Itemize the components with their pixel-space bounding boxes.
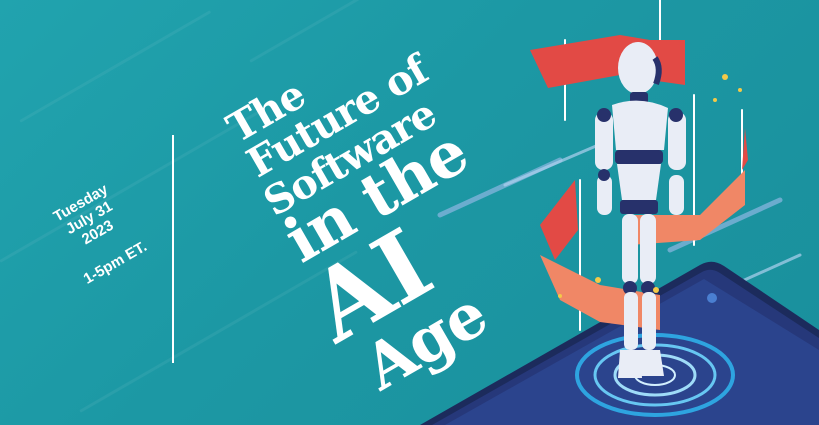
background-streak	[19, 10, 212, 123]
robot-illustration	[420, 0, 819, 425]
divider-line	[172, 135, 174, 363]
event-date-block: Tuesday July 31 2023 1-5pm ET.	[25, 166, 172, 300]
event-banner: Tuesday July 31 2023 1-5pm ET. The Futur…	[0, 0, 819, 425]
